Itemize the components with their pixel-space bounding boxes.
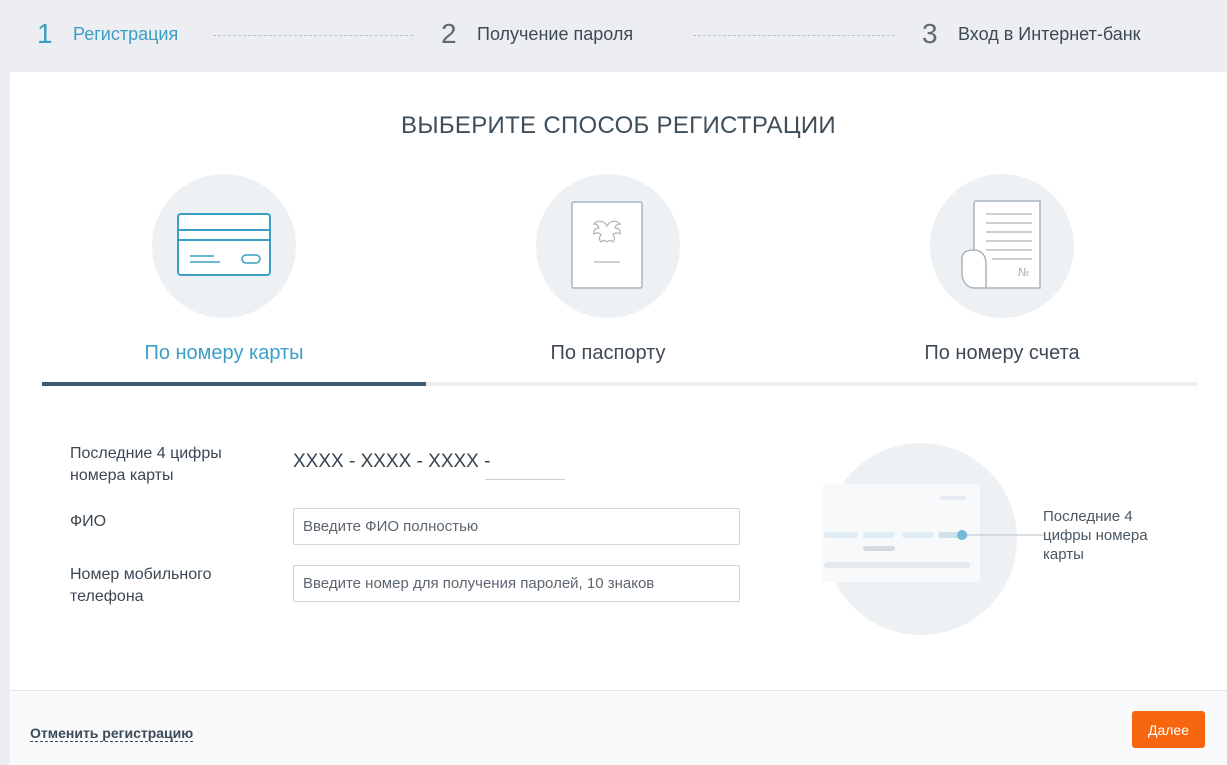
step-login: 3 Вход в Интернет-банк bbox=[922, 18, 1141, 50]
step-separator bbox=[693, 35, 895, 36]
phone-label: Номер мобильного телефона bbox=[70, 566, 212, 605]
card-last-digits-input[interactable] bbox=[485, 458, 565, 480]
step-number: 1 bbox=[37, 18, 53, 49]
registration-stepper: 1 Регистрация 2 Получение пароля 3 Вход … bbox=[0, 0, 1227, 72]
step-registration: 1 Регистрация bbox=[37, 18, 178, 50]
phone-input[interactable] bbox=[293, 565, 740, 602]
method-label: По номеру счета bbox=[924, 342, 1080, 364]
fio-input[interactable] bbox=[293, 508, 740, 545]
card-number-mask: XXXX - XXXX - XXXX - bbox=[293, 451, 491, 472]
step-number: 3 bbox=[922, 18, 938, 49]
tab-by-passport[interactable]: По паспорту bbox=[418, 174, 798, 365]
step-label: Получение пароля bbox=[477, 23, 634, 44]
page-title: ВЫБЕРИТЕ СПОСОБ РЕГИСТРАЦИИ bbox=[401, 112, 836, 139]
next-button[interactable]: Далее bbox=[1132, 711, 1205, 748]
fio-label: ФИО bbox=[70, 513, 107, 530]
method-icon-circle bbox=[152, 174, 296, 318]
card-hint-illustration bbox=[822, 443, 1044, 635]
card-digits-label: Последние 4 цифры номера карты bbox=[70, 445, 222, 484]
tab-by-card-number[interactable]: По номеру карты bbox=[34, 174, 414, 365]
method-label: По паспорту bbox=[550, 342, 666, 364]
account-document-icon: № bbox=[961, 200, 1041, 289]
cancel-registration-link[interactable]: Отменить регистрацию bbox=[30, 725, 194, 742]
step-get-password: 2 Получение пароля bbox=[441, 18, 633, 50]
method-icon-circle: № bbox=[930, 174, 1074, 318]
method-icon-circle bbox=[536, 174, 680, 318]
step-separator bbox=[213, 35, 413, 36]
method-label: По номеру карты bbox=[144, 342, 304, 364]
tab-by-account-number[interactable]: № По номеру счета bbox=[812, 174, 1192, 365]
step-number: 2 bbox=[441, 18, 457, 49]
registration-card: ВЫБЕРИТЕ СПОСОБ РЕГИСТРАЦИИ По номеру ка… bbox=[10, 72, 1227, 765]
bank-card-icon bbox=[177, 213, 271, 276]
active-tab-indicator bbox=[42, 382, 426, 386]
step-label: Вход в Интернет-банк bbox=[958, 23, 1141, 44]
passport-icon bbox=[571, 201, 643, 289]
svg-text:№: № bbox=[1018, 266, 1029, 279]
card-hint-caption: Последние 4 цифры номера карты bbox=[1043, 508, 1148, 563]
form-footer: Отменить регистрацию Далее bbox=[10, 690, 1227, 765]
step-label: Регистрация bbox=[73, 23, 179, 44]
